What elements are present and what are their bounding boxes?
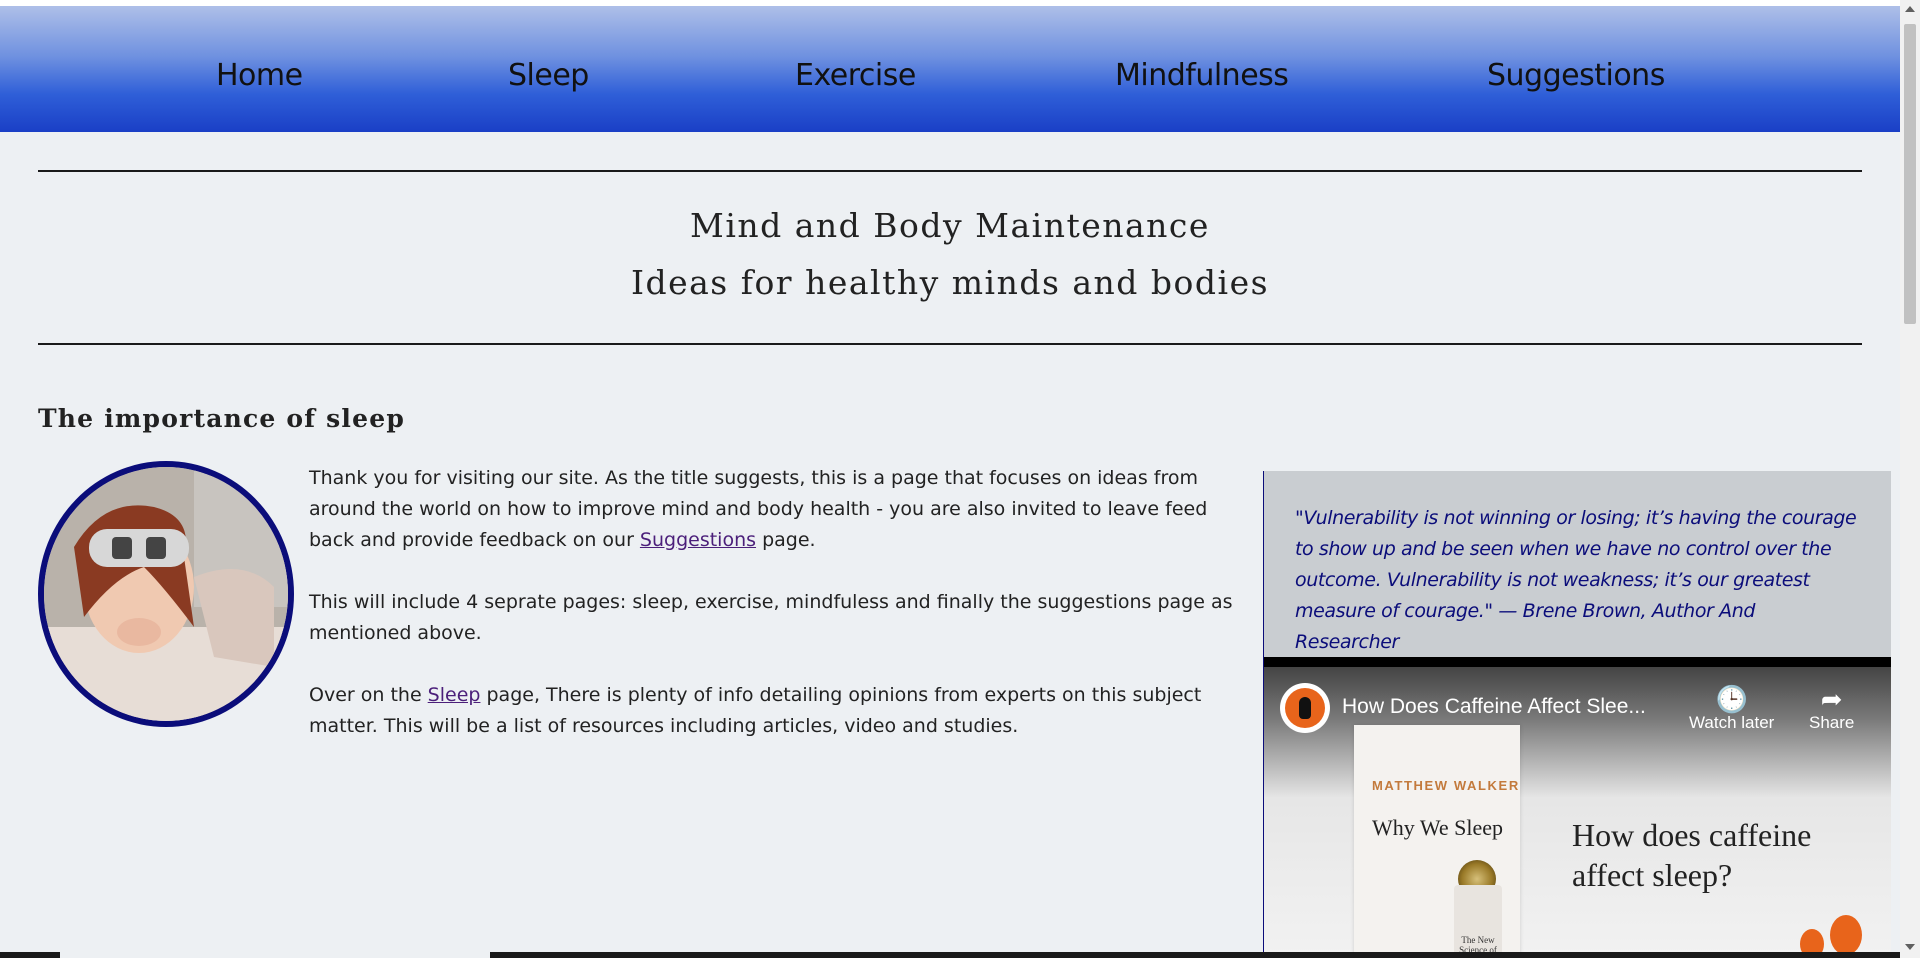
sleep-paragraph: Over on the Sleep page, There is plenty … bbox=[309, 680, 1249, 742]
watch-later-label: Watch later bbox=[1689, 713, 1775, 732]
scroll-thumb[interactable] bbox=[1904, 24, 1916, 324]
book-cover: MATTHEW WALKER Why We Sleep The New Scie… bbox=[1354, 725, 1520, 958]
nav-mindfulness[interactable]: Mindfulness bbox=[1115, 58, 1289, 93]
vertical-scrollbar[interactable] bbox=[1900, 0, 1920, 958]
sidebar: "Vulnerability is not winning or losing;… bbox=[1263, 471, 1891, 958]
clock-icon: 🕒 bbox=[1715, 684, 1748, 714]
nav-home[interactable]: Home bbox=[216, 58, 303, 93]
penguin-logo-icon bbox=[1830, 915, 1862, 955]
sleeping-woman-illustration bbox=[44, 467, 288, 721]
sleep-image bbox=[38, 461, 294, 727]
header-divider-top bbox=[38, 170, 1862, 172]
sleep-text-1: Over on the bbox=[309, 684, 428, 706]
scroll-up-arrow-icon[interactable] bbox=[1905, 6, 1915, 12]
nav-suggestions[interactable]: Suggestions bbox=[1487, 58, 1665, 93]
quote-text: "Vulnerability is not winning or losing;… bbox=[1295, 507, 1857, 653]
nav-exercise[interactable]: Exercise bbox=[795, 58, 916, 93]
bottom-edge bbox=[0, 952, 1900, 958]
intro-text-2: page. bbox=[756, 529, 816, 551]
page-title: Mind and Body Maintenance bbox=[690, 206, 1210, 245]
nav-sleep[interactable]: Sleep bbox=[508, 58, 589, 93]
video-caption: How does caffeine affect sleep? bbox=[1572, 817, 1812, 893]
book-author: MATTHEW WALKER bbox=[1372, 778, 1520, 793]
video-embed[interactable]: How Does Caffeine Affect Slee... 🕒 Watch… bbox=[1264, 657, 1891, 958]
share-arrow-icon: ➦ bbox=[1820, 684, 1843, 714]
intro-paragraph: Thank you for visiting our site. As the … bbox=[309, 463, 1249, 556]
page-subtitle: Ideas for healthy minds and bodies bbox=[630, 263, 1270, 302]
pages-paragraph: This will include 4 seprate pages: sleep… bbox=[309, 591, 1233, 644]
share-button[interactable]: ➦ Share bbox=[1809, 685, 1854, 733]
share-label: Share bbox=[1809, 713, 1855, 732]
scroll-down-arrow-icon[interactable] bbox=[1905, 944, 1915, 950]
quote-box: "Vulnerability is not winning or losing;… bbox=[1264, 471, 1891, 657]
sleep-link[interactable]: Sleep bbox=[428, 684, 481, 706]
section-heading: The importance of sleep bbox=[38, 404, 406, 433]
watch-later-button[interactable]: 🕒 Watch later bbox=[1689, 685, 1774, 733]
video-thumbnail[interactable]: How Does Caffeine Affect Slee... 🕒 Watch… bbox=[1264, 667, 1891, 958]
video-title[interactable]: How Does Caffeine Affect Slee... bbox=[1342, 695, 1646, 719]
main-nav: Home Sleep Exercise Mindfulness Suggesti… bbox=[0, 6, 1900, 132]
penguin-badge-icon bbox=[1285, 688, 1325, 728]
book-title: Why We Sleep bbox=[1372, 815, 1504, 840]
channel-logo-icon[interactable] bbox=[1280, 683, 1330, 733]
suggestions-link[interactable]: Suggestions bbox=[640, 529, 756, 551]
header-divider-bottom bbox=[38, 343, 1862, 345]
